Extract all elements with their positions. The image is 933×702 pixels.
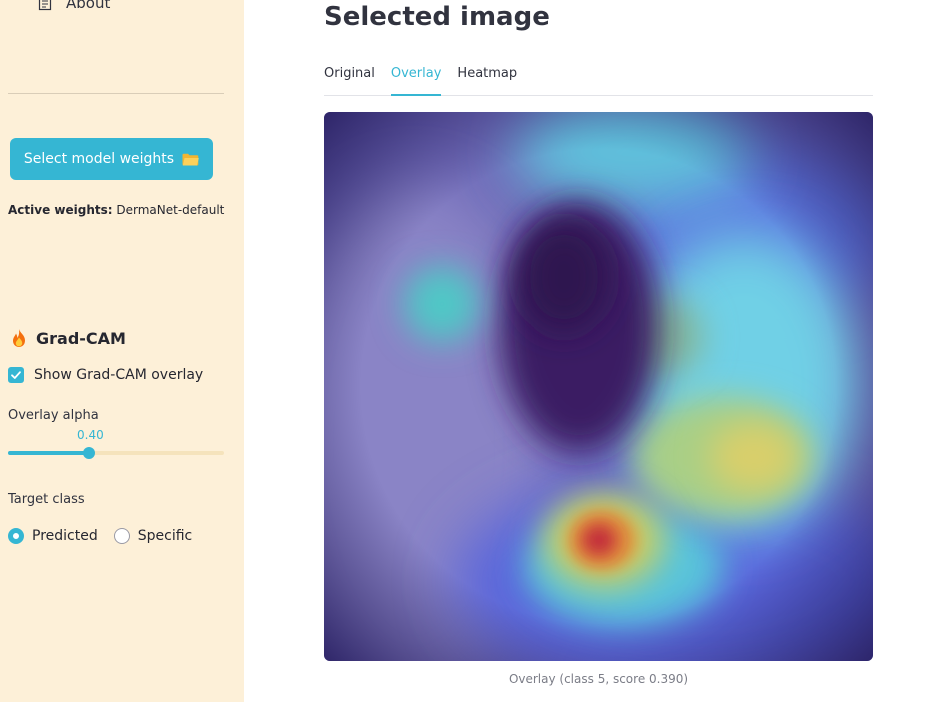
tab-original[interactable]: Original (324, 62, 375, 96)
overlay-alpha-value: 0.40 (77, 428, 104, 442)
sidebar-item-about[interactable]: About (38, 0, 110, 12)
target-class-label: Target class (8, 492, 85, 507)
active-weights-label: Active weights: (8, 203, 113, 217)
gradcam-heading: Grad-CAM (10, 328, 126, 348)
select-model-weights-button[interactable]: Select model weights (10, 138, 213, 180)
radio-predicted-label: Predicted (32, 528, 98, 544)
select-model-weights-label: Select model weights (23, 151, 175, 167)
overlay-alpha-label: Overlay alpha (8, 408, 99, 423)
overlay-alpha-slider[interactable] (8, 447, 224, 459)
folder-icon (182, 153, 199, 165)
tab-heatmap[interactable]: Heatmap (457, 62, 517, 96)
image-caption: Overlay (class 5, score 0.390) (508, 672, 689, 686)
page-title: Selected image (324, 2, 550, 32)
radio-specific-label: Specific (137, 528, 193, 544)
radio-option-specific[interactable]: Specific (113, 528, 193, 544)
show-overlay-checkbox-row[interactable]: Show Grad-CAM overlay (8, 367, 203, 383)
sidebar-divider (8, 93, 224, 94)
show-overlay-label: Show Grad-CAM overlay (34, 367, 204, 383)
target-class-radio-group: Predicted Specific (8, 528, 208, 544)
fire-icon (13, 329, 25, 347)
image-tabs: Original Overlay Heatmap (324, 62, 873, 96)
sidebar-item-label: About (66, 0, 111, 12)
radio-predicted[interactable] (8, 528, 24, 544)
active-weights-text: Active weights: DermaNet-default (8, 203, 224, 217)
sidebar: About Select model weights Active weight… (0, 0, 244, 702)
radio-option-predicted[interactable]: Predicted (8, 528, 98, 544)
slider-thumb[interactable] (83, 447, 95, 459)
gradcam-title: Grad-CAM (36, 328, 126, 348)
gradcam-overlay-image (324, 112, 873, 661)
active-weights-value: DermaNet-default (116, 203, 225, 217)
radio-specific[interactable] (113, 528, 130, 544)
document-icon (38, 0, 52, 10)
tab-overlay[interactable]: Overlay (390, 62, 442, 96)
show-overlay-checkbox[interactable] (8, 367, 24, 383)
slider-fill (8, 451, 89, 455)
checkmark-icon (11, 371, 21, 379)
